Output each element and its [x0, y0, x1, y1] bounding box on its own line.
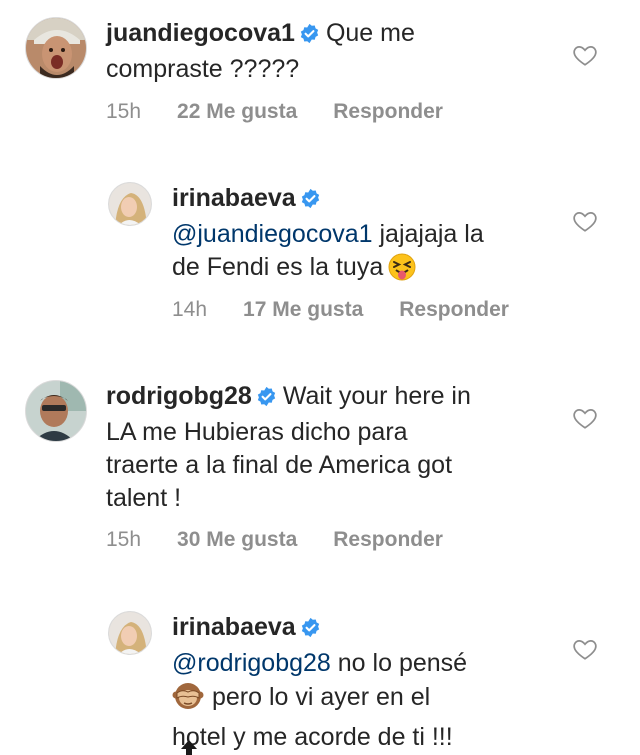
reply-button[interactable]: Responder	[333, 100, 443, 123]
timestamp: 15h	[106, 528, 142, 551]
comment-text: hotel y me acorde de ti !!!	[172, 723, 453, 751]
avatar-irinabaeva-image	[109, 183, 151, 225]
verified-badge-icon	[256, 383, 277, 416]
comment-text: LA me Hubieras dicho para	[106, 418, 408, 446]
comment-meta: 15h 30 Me gusta Responder	[106, 528, 443, 552]
arrow-up-icon	[178, 739, 200, 755]
comment-text: talent !	[106, 484, 182, 512]
verified-badge-icon	[300, 185, 321, 218]
like-heart-icon[interactable]	[572, 42, 598, 68]
avatar[interactable]	[25, 17, 87, 79]
verified-badge-icon	[300, 614, 321, 647]
comment-body: juandiegocova1 Que me compraste ?????	[106, 17, 415, 86]
avatar[interactable]	[108, 611, 152, 655]
timestamp: 14h	[172, 298, 208, 321]
like-heart-icon[interactable]	[572, 636, 598, 662]
username[interactable]: rodrigobg28	[106, 382, 252, 410]
comment-text: Que me	[325, 19, 415, 47]
mention-link[interactable]: @juandiegocova1	[172, 220, 373, 248]
mention-link[interactable]: @rodrigobg28	[172, 649, 331, 677]
tongue-out-squint-emoji-icon	[387, 252, 417, 291]
comment-meta: 14h 17 Me gusta Responder	[172, 298, 509, 322]
likes-count[interactable]: 17 Me gusta	[243, 298, 363, 321]
username[interactable]: irinabaeva	[172, 184, 296, 212]
comment-body: rodrigobg28 Wait your here in LA me Hubie…	[106, 380, 471, 515]
timestamp: 15h	[106, 100, 142, 123]
likes-count[interactable]: 22 Me gusta	[177, 100, 297, 123]
comment-text: traerte a la final de America got	[106, 451, 453, 479]
comment-text: de Fendi es la tuya	[172, 253, 384, 281]
avatar[interactable]	[25, 380, 87, 442]
avatar[interactable]	[108, 182, 152, 226]
username[interactable]: irinabaeva	[172, 613, 296, 641]
reply-button[interactable]: Responder	[333, 528, 443, 551]
like-heart-icon[interactable]	[572, 208, 598, 234]
comment-meta: 15h 22 Me gusta Responder	[106, 100, 443, 124]
like-heart-icon[interactable]	[572, 405, 598, 431]
verified-badge-icon	[299, 20, 320, 53]
avatar-irinabaeva-image	[109, 612, 151, 654]
comment-text: jajajaja la	[379, 220, 484, 248]
username[interactable]: juandiegocova1	[106, 19, 295, 47]
avatar-juandiegocova1-image	[26, 18, 86, 78]
likes-count[interactable]: 30 Me gusta	[177, 528, 297, 551]
comment-text: Wait your here in	[282, 382, 471, 410]
avatar-rodrigobg28-image	[26, 381, 86, 441]
reply-button[interactable]: Responder	[399, 298, 509, 321]
comment-body: irinabaeva @rodrigobg28 no lo pensé pero…	[172, 611, 467, 754]
see-no-evil-monkey-emoji-icon	[172, 680, 204, 721]
comment-body: irinabaeva @juandiegocova1 jajajaja la d…	[172, 182, 484, 291]
comment-text: pero lo vi ayer en el	[212, 683, 431, 711]
comment-text: compraste ?????	[106, 55, 300, 83]
comment-text: no lo pensé	[337, 649, 468, 677]
